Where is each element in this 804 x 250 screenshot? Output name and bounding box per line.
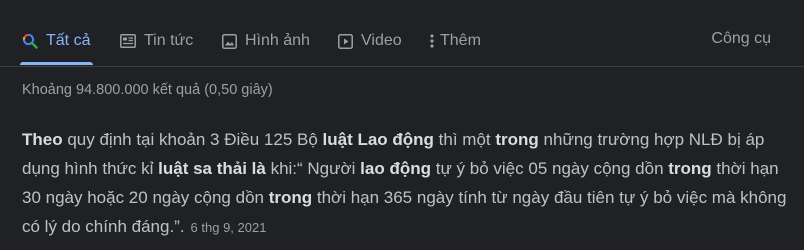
tab-more-label: Thêm	[440, 32, 481, 49]
snippet-segment: thì một	[433, 130, 496, 149]
tab-all-label: Tất cả	[46, 32, 91, 49]
snippet-segment: tự ý bỏ việc 05 ngày cộng dồn	[431, 159, 669, 178]
snippet-highlight: trong	[668, 159, 712, 178]
more-vert-icon	[430, 34, 434, 48]
snippet-highlight: Theo	[22, 130, 63, 149]
snippet-highlight: trong	[268, 188, 313, 207]
snippet-highlight: luật sa thải là	[158, 159, 266, 178]
tab-videos-label: Video	[361, 32, 402, 49]
tab-images-label: Hình ảnh	[245, 32, 310, 49]
tab-news-label: Tin tức	[144, 32, 194, 49]
snippet-date: 6 thg 9, 2021	[190, 220, 267, 235]
snippet-text: Theo quy định tại khoản 3 Điều 125 Bộ lu…	[22, 130, 786, 236]
snippet-segment: quy định tại khoản 3 Điều 125 Bộ	[62, 130, 323, 149]
featured-snippet: Theo quy định tại khoản 3 Điều 125 Bộ lu…	[22, 125, 792, 242]
image-icon	[222, 33, 237, 49]
search-icon	[22, 33, 38, 49]
tab-all[interactable]: Tất cả	[22, 30, 90, 52]
news-icon	[120, 34, 136, 48]
tab-images[interactable]: Hình ảnh	[222, 30, 310, 52]
tab-videos[interactable]: Video	[338, 30, 402, 52]
snippet-segment: khi:“ Người	[265, 159, 361, 178]
result-stats: Khoảng 94.800.000 kết quả (0,50 giây)	[22, 82, 273, 98]
tools-button[interactable]: Công cụ	[711, 30, 771, 48]
snippet-highlight: lao động	[360, 159, 431, 178]
tab-more[interactable]: Thêm	[430, 30, 481, 52]
snippet-highlight: trong	[495, 130, 539, 149]
video-icon	[338, 33, 353, 49]
snippet-highlight: luật Lao động	[322, 130, 434, 149]
active-tab-indicator	[20, 62, 93, 65]
search-tabs-bar: Tất cả Tin tức Hình ảnh Video Thêm Công …	[0, 0, 804, 67]
tab-news[interactable]: Tin tức	[120, 30, 193, 52]
